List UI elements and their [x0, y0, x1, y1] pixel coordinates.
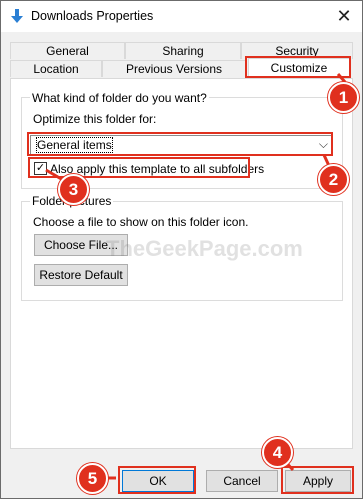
annotation-badge-2: 2	[318, 164, 349, 195]
apply-button[interactable]: Apply	[285, 470, 351, 492]
folder-type-group-title: What kind of folder do you want?	[30, 91, 209, 105]
annotation-badge-3: 3	[58, 174, 89, 205]
apply-subfolders-checkbox[interactable]: ✓	[34, 162, 47, 175]
optimize-folder-value: General items	[36, 137, 113, 153]
restore-default-button[interactable]: Restore Default	[34, 264, 128, 286]
tab-location[interactable]: Location	[10, 60, 102, 77]
close-button[interactable]: ✕	[326, 1, 362, 32]
annotation-badge-5: 5	[77, 463, 108, 494]
download-arrow-icon	[11, 9, 23, 23]
folder-pictures-description: Choose a file to show on this folder ico…	[33, 215, 249, 229]
optimize-folder-select[interactable]: General items ⌵	[30, 135, 332, 155]
watermark: TheGeekPage.com	[106, 236, 303, 261]
apply-subfolders-label[interactable]: Also apply this template to all subfolde…	[50, 162, 264, 176]
chevron-down-icon: ⌵	[318, 137, 328, 151]
cancel-button[interactable]: Cancel	[206, 470, 278, 492]
tab-previous-versions[interactable]: Previous Versions	[102, 60, 246, 77]
tab-security[interactable]: Security	[241, 42, 353, 59]
annotation-badge-1: 1	[328, 82, 359, 113]
ok-button[interactable]: OK	[122, 470, 194, 492]
tab-sharing[interactable]: Sharing	[125, 42, 241, 59]
checkmark-icon: ✓	[35, 162, 46, 174]
tab-general[interactable]: General	[10, 42, 125, 59]
tab-customize[interactable]: Customize	[248, 58, 350, 78]
window-title: Downloads Properties	[31, 9, 154, 23]
title-bar: Downloads Properties ✕	[1, 1, 362, 32]
close-icon: ✕	[336, 6, 352, 26]
optimize-label: Optimize this folder for:	[33, 112, 157, 126]
annotation-badge-4: 4	[262, 437, 293, 468]
properties-dialog: Downloads Properties ✕ General Sharing S…	[0, 0, 363, 499]
